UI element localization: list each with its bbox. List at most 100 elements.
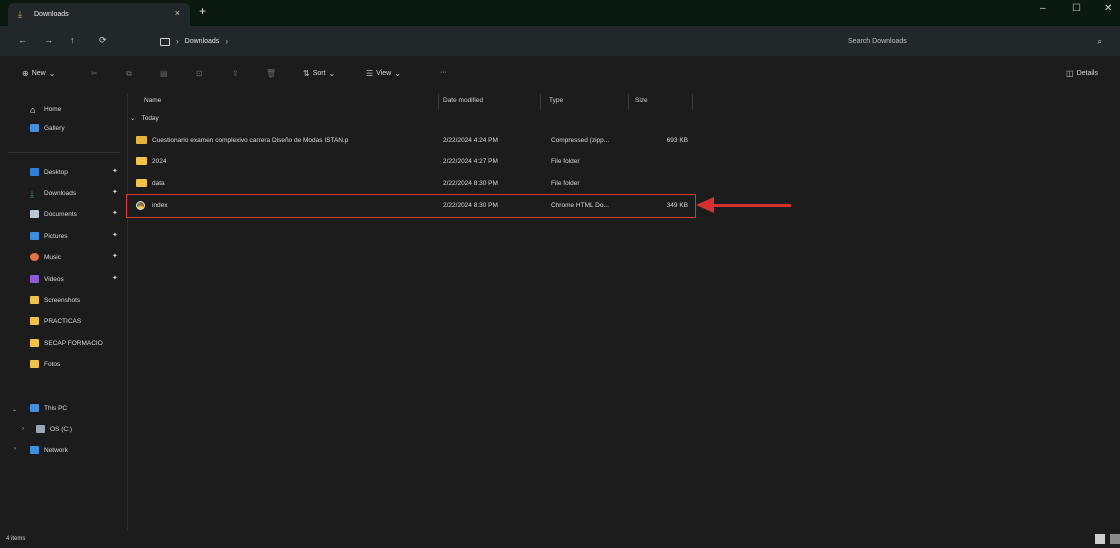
file-size: 693 KB	[666, 137, 688, 144]
column-header-size[interactable]: Size	[635, 97, 648, 104]
sidebar-item-this-pc[interactable]: This PC	[30, 401, 67, 415]
sidebar-item-documents[interactable]: Documents	[30, 207, 77, 221]
sidebar-item-secap[interactable]: SECAP FORMACIO	[30, 336, 103, 350]
more-icon: ···	[440, 69, 447, 76]
sidebar-item-screenshots[interactable]: Screenshots	[30, 293, 80, 307]
tiles-view-icon[interactable]	[1110, 534, 1120, 544]
chevron-right-icon[interactable]: ›	[22, 426, 24, 432]
rename-button[interactable]: ⊡	[196, 69, 203, 78]
chevron-down-icon: ⌄	[48, 69, 56, 78]
column-divider[interactable]	[438, 94, 439, 110]
music-icon	[30, 253, 39, 261]
details-view-icon[interactable]	[1095, 534, 1105, 544]
back-button[interactable]: ←	[18, 35, 27, 45]
new-button[interactable]: ⊕ New ⌄	[22, 69, 55, 78]
file-row[interactable]: 2024 2/22/2024 4:27 PM File folder	[128, 152, 694, 172]
home-icon: ⌂	[30, 105, 36, 115]
refresh-button[interactable]: ⟳	[99, 35, 107, 46]
more-options-button[interactable]: ···	[440, 69, 447, 76]
network-icon	[30, 446, 39, 454]
maximize-button[interactable]: ☐	[1072, 3, 1081, 14]
sidebar-item-pictures[interactable]: Pictures	[30, 229, 67, 243]
file-type: Compressed (zipp...	[551, 137, 610, 144]
breadcrumb-downloads[interactable]: Downloads	[185, 38, 220, 45]
drive-icon	[36, 425, 45, 433]
new-tab-button[interactable]: +	[199, 4, 206, 18]
share-button[interactable]: ⇪	[232, 69, 239, 78]
close-button[interactable]: ✕	[1104, 3, 1112, 14]
folder-icon	[136, 179, 147, 187]
folder-icon	[30, 360, 39, 368]
column-header-type[interactable]: Type	[549, 97, 563, 104]
chevron-down-icon: ⌄	[328, 69, 336, 78]
details-pane-icon: ◫	[1066, 69, 1074, 78]
file-date: 2/22/2024 4:24 PM	[443, 137, 498, 144]
file-name: data	[152, 180, 165, 187]
sidebar-item-label: OS (C:)	[50, 425, 73, 433]
sidebar-item-downloads[interactable]: ⤓ Downloads	[30, 186, 76, 200]
sort-icon: ⇅	[303, 69, 310, 78]
view-label: View	[376, 70, 392, 77]
folder-icon	[136, 157, 147, 165]
file-type: File folder	[551, 180, 580, 187]
column-header-date[interactable]: Date modified	[443, 97, 483, 104]
sidebar-item-label: Videos	[44, 275, 64, 283]
forward-button[interactable]: →	[44, 35, 53, 45]
chevron-down-icon: ⌄	[130, 115, 136, 122]
address-bar[interactable]: › Downloads ›	[160, 33, 832, 50]
paste-button[interactable]: ▤	[160, 69, 168, 78]
minimize-button[interactable]: –	[1040, 3, 1046, 14]
up-button[interactable]: ↑	[70, 35, 75, 45]
sidebar-item-label: Documents	[44, 210, 77, 218]
cut-button[interactable]: ✂	[91, 69, 98, 78]
column-header-name[interactable]: Name	[144, 97, 161, 104]
group-header-today[interactable]: ⌄ Today	[130, 114, 159, 123]
file-row[interactable]: data 2/22/2024 8:30 PM File folder	[128, 174, 694, 194]
column-divider[interactable]	[540, 94, 541, 110]
sidebar-item-label: Network	[44, 446, 68, 454]
view-button[interactable]: ☰ View ⌄	[366, 69, 401, 78]
copy-button[interactable]: ⧉	[126, 69, 132, 79]
rename-icon: ⊡	[196, 69, 203, 78]
sidebar-item-label: Home	[44, 105, 62, 113]
pin-icon: ✦	[112, 275, 118, 282]
sidebar-item-network[interactable]: Network	[30, 443, 68, 457]
search-icon: ⌕	[1097, 36, 1102, 46]
documents-icon	[30, 210, 39, 218]
search-box[interactable]: Search Downloads ⌕	[839, 33, 1112, 50]
column-divider[interactable]	[692, 94, 693, 110]
computer-icon	[160, 37, 170, 46]
download-icon: ⤓	[18, 9, 22, 19]
tab-close-icon[interactable]: ×	[175, 8, 180, 18]
chevron-down-icon[interactable]: ⌄	[12, 406, 17, 413]
view-icon: ☰	[366, 69, 374, 78]
sidebar-item-gallery[interactable]: Gallery	[30, 121, 65, 135]
column-divider[interactable]	[628, 94, 629, 110]
chevron-right-icon[interactable]: ›	[14, 446, 16, 452]
sidebar-item-os-drive[interactable]: OS (C:)	[36, 422, 72, 436]
sidebar-item-music[interactable]: Music	[30, 250, 61, 264]
sidebar-item-practicas[interactable]: PRACTICAS	[30, 314, 81, 328]
breadcrumb-separator-icon[interactable]: ›	[225, 37, 228, 46]
tab-downloads[interactable]: ⤓ Downloads ×	[8, 3, 190, 26]
details-button[interactable]: ◫ Details	[1066, 69, 1098, 78]
file-row[interactable]: Cuestionario examen complexivo carrera D…	[128, 131, 694, 151]
pin-icon: ✦	[112, 189, 118, 196]
sidebar-item-label: Gallery	[44, 124, 65, 132]
sidebar-item-videos[interactable]: Videos	[30, 272, 64, 286]
sidebar-item-desktop[interactable]: Desktop	[30, 165, 68, 179]
sort-button[interactable]: ⇅ Sort ⌄	[303, 69, 335, 78]
navigation-bar: ← → ↑ ⟳ › Downloads › Search Downloads ⌕	[0, 26, 1120, 56]
sidebar-item-label: Fotos	[44, 360, 61, 368]
sidebar-item-home[interactable]: ⌂ Home	[30, 102, 61, 116]
sidebar-item-fotos[interactable]: Fotos	[30, 357, 60, 371]
desktop-icon	[30, 168, 39, 176]
delete-button[interactable]: 🗑	[266, 69, 276, 78]
file-name: Cuestionario examen complexivo carrera D…	[152, 137, 349, 144]
copy-icon: ⧉	[126, 69, 132, 78]
search-input[interactable]: Search Downloads	[848, 38, 1098, 45]
plus-circle-icon: ⊕	[22, 69, 29, 78]
sort-label: Sort	[312, 70, 326, 77]
sidebar-item-label: This PC	[44, 404, 68, 412]
sidebar-item-label: Screenshots	[44, 296, 81, 304]
